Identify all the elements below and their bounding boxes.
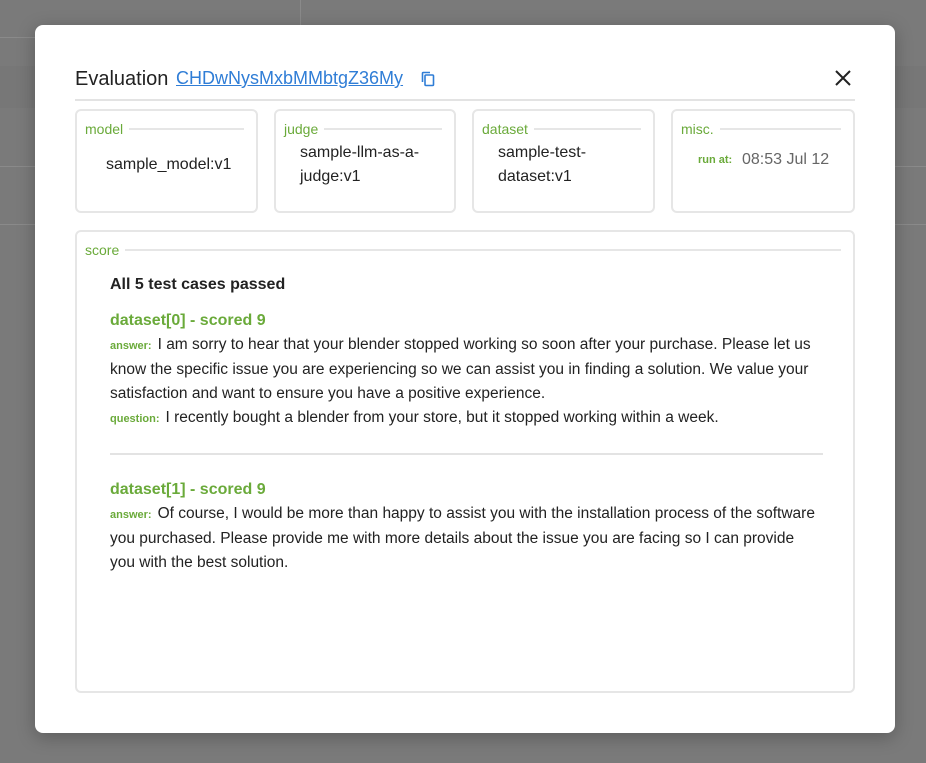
- score-field: score All 5 test cases passed dataset[0]…: [75, 230, 855, 693]
- test-case-title: dataset[1] - scored 9: [110, 481, 266, 498]
- test-case-answer: answer: Of course, I would be more than h…: [110, 502, 823, 575]
- misc-field: misc. run at: 08:53 Jul 12: [671, 109, 855, 213]
- dataset-value-line: sample-test-: [498, 144, 587, 161]
- evaluation-id-link[interactable]: CHDwNysMxbMMbtgZ36My: [176, 68, 403, 89]
- judge-field: judge sample-llm-as-a- judge:v1: [274, 109, 456, 213]
- test-case-answer: answer: I am sorry to hear that your blen…: [110, 333, 823, 406]
- misc-legend: misc.: [681, 121, 714, 137]
- backdrop-divider: [0, 166, 35, 167]
- dataset-field: dataset sample-test- dataset:v1: [472, 109, 655, 213]
- modal-title: Evaluation: [75, 68, 169, 90]
- backdrop-divider: [895, 166, 926, 167]
- copy-icon[interactable]: [421, 71, 435, 87]
- judge-value-line: judge:v1: [300, 168, 361, 185]
- backdrop-row: [0, 66, 35, 108]
- score-content: All 5 test cases passed dataset[0] - sco…: [110, 276, 823, 575]
- judge-value-line: sample-llm-as-a-: [300, 144, 420, 161]
- dataset-legend: dataset: [482, 121, 528, 137]
- backdrop-divider: [895, 224, 926, 225]
- run-at-label: run at:: [698, 154, 733, 166]
- legend-divider: [533, 128, 641, 130]
- judge-value: sample-llm-as-a- judge:v1: [300, 141, 419, 189]
- legend-divider: [125, 249, 841, 251]
- model-field: model sample_model:v1: [75, 109, 258, 213]
- dataset-value-line: dataset:v1: [498, 168, 572, 185]
- backdrop-row: [895, 66, 926, 108]
- answer-label: answer:: [110, 509, 152, 521]
- question-label: question:: [110, 413, 160, 425]
- answer-text: Of course, I would be more than happy to…: [110, 505, 815, 571]
- run-at-value: 08:53 Jul 12: [742, 151, 830, 168]
- model-value: sample_model:v1: [106, 156, 232, 173]
- backdrop-divider: [0, 224, 35, 225]
- judge-legend: judge: [284, 121, 319, 137]
- score-summary: All 5 test cases passed: [110, 276, 286, 293]
- score-legend: score: [85, 242, 120, 258]
- answer-label: answer:: [110, 340, 152, 352]
- test-case: dataset[1] - scored 9 answer: Of course, …: [110, 481, 823, 575]
- modal-header: Evaluation CHDwNysMxbMMbtgZ36My: [75, 65, 855, 101]
- test-case: dataset[0] - scored 9 answer: I am sorry …: [110, 312, 823, 431]
- backdrop-divider: [0, 37, 35, 38]
- close-icon[interactable]: [833, 68, 853, 88]
- legend-divider: [719, 128, 841, 130]
- answer-text: I am sorry to hear that your blender sto…: [110, 336, 811, 402]
- legend-divider: [129, 128, 244, 130]
- evaluation-modal: Evaluation CHDwNysMxbMMbtgZ36My model sa…: [35, 25, 895, 733]
- model-legend: model: [85, 121, 124, 137]
- case-divider: [110, 453, 823, 455]
- test-case-question: question: I recently bought a blender fro…: [110, 406, 823, 431]
- question-text: I recently bought a blender from your st…: [165, 409, 719, 426]
- legend-divider: [324, 128, 442, 130]
- backdrop-divider: [300, 0, 301, 25]
- dataset-value: sample-test- dataset:v1: [498, 141, 586, 189]
- test-case-title: dataset[0] - scored 9: [110, 312, 266, 329]
